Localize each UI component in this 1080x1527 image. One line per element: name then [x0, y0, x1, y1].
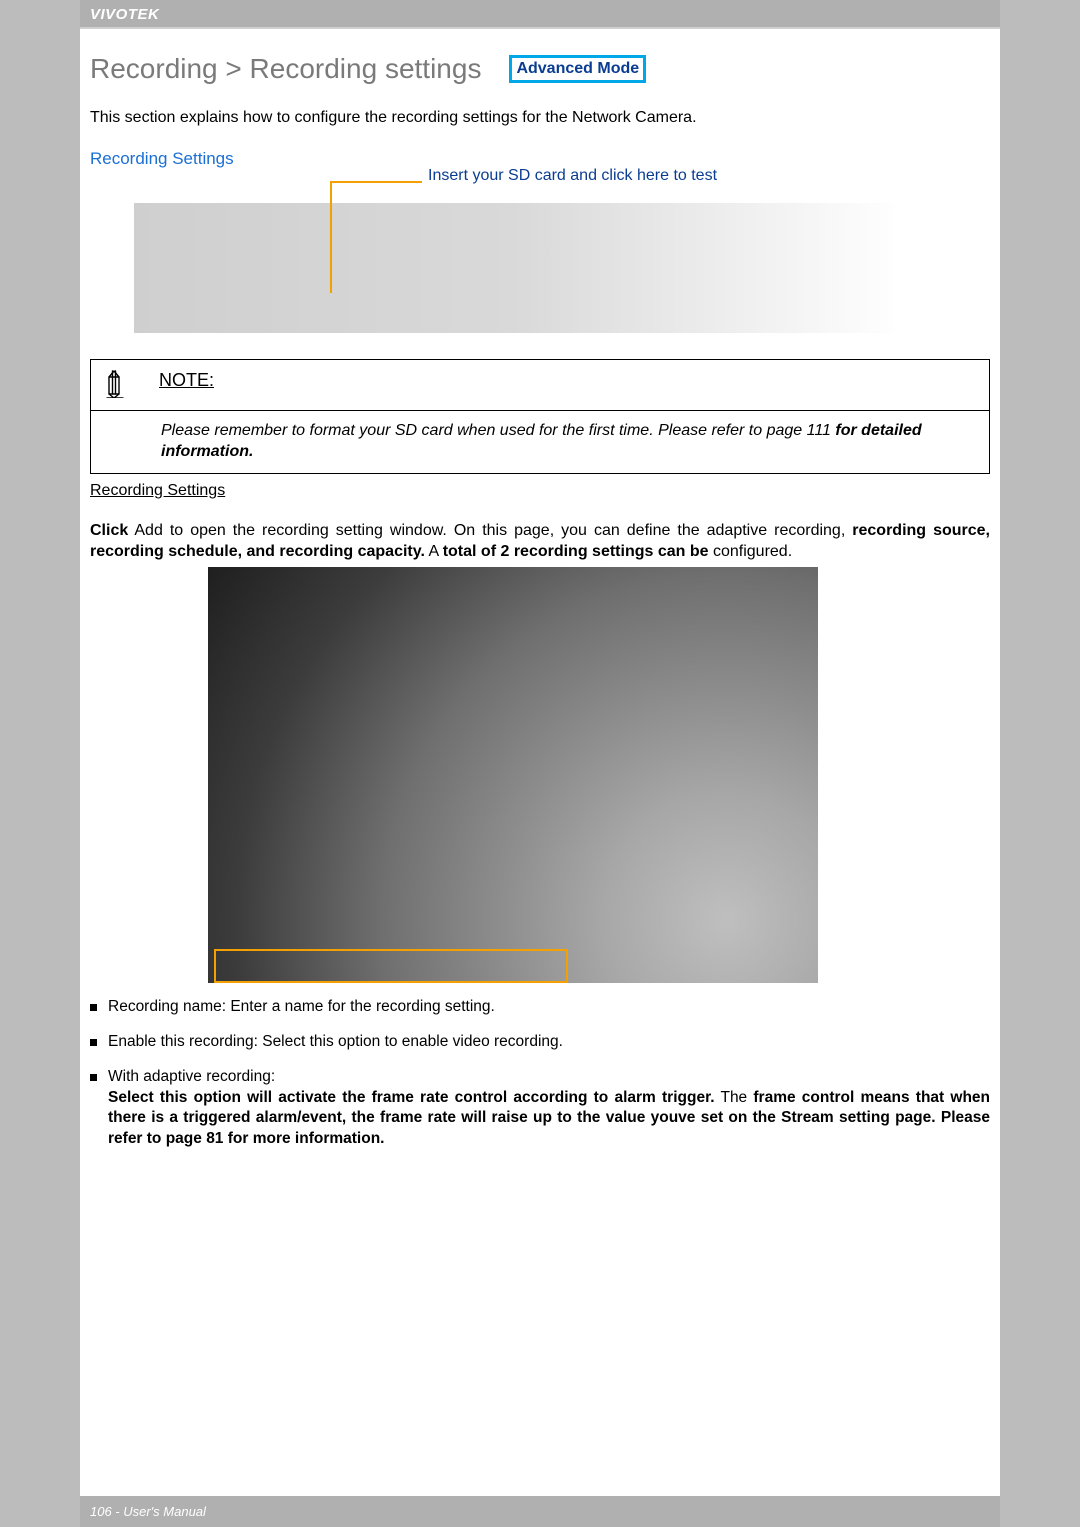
recording-settings-link[interactable]: Recording Settings — [90, 149, 990, 169]
sd-test-link[interactable]: Insert your SD card and click here to te… — [428, 167, 990, 185]
recording-settings-heading: Recording Settings — [90, 482, 990, 500]
bullet-adaptive-recording: With adaptive recording: Select this opt… — [90, 1067, 990, 1151]
page-title: Recording > Recording settings — [90, 53, 481, 85]
brand-header: VIVOTEK — [80, 0, 1000, 27]
bullet3-plain1: The — [715, 1089, 754, 1106]
para-bold-click: Click — [90, 522, 128, 539]
note-box: NOTE: Please remember to format your SD … — [90, 359, 990, 474]
note-header: NOTE: — [91, 360, 989, 411]
para-text-2: A — [425, 543, 443, 560]
bullet3-lead: With adaptive recording: — [108, 1068, 275, 1085]
note-body: Please remember to format your SD card w… — [91, 411, 989, 473]
bullet3-bold1: Select this option will activate the fra… — [108, 1089, 715, 1106]
note-body-text: Please remember to format your SD card w… — [161, 422, 835, 439]
main-paragraph: Click Add to open the recording setting … — [90, 520, 990, 563]
note-title: NOTE: — [159, 370, 214, 391]
pencil-icon — [105, 368, 131, 398]
screenshot-placeholder-main — [208, 567, 818, 983]
para-text-3: configured. — [709, 543, 793, 560]
document-page: VIVOTEK Recording > Recording settings A… — [80, 0, 1000, 1527]
highlight-rectangle — [214, 949, 568, 983]
bullet-enable-recording: Enable this recording: Select this optio… — [90, 1032, 990, 1053]
advanced-mode-badge: Advanced Mode — [509, 55, 646, 83]
footer-text: 106 - User's Manual — [90, 1504, 206, 1519]
callout-horizontal-line — [330, 181, 422, 183]
callout-vertical-line — [330, 181, 332, 293]
page-content: Recording > Recording settings Advanced … — [80, 53, 1000, 1204]
bullet-recording-name: Recording name: Enter a name for the rec… — [90, 997, 990, 1018]
screenshot-placeholder-top — [134, 203, 894, 333]
para-text-1: Add to open the recording setting window… — [128, 522, 852, 539]
intro-text: This section explains how to configure t… — [90, 109, 990, 127]
page-footer: 106 - User's Manual — [80, 1496, 1000, 1527]
screenshot-gradient — [208, 567, 818, 983]
brand-text: VIVOTEK — [90, 6, 159, 23]
bullet-list: Recording name: Enter a name for the rec… — [90, 997, 990, 1151]
para-bold-3: total of 2 recording settings can be — [443, 543, 709, 560]
header-divider — [80, 27, 1000, 29]
title-row: Recording > Recording settings Advanced … — [90, 53, 990, 85]
